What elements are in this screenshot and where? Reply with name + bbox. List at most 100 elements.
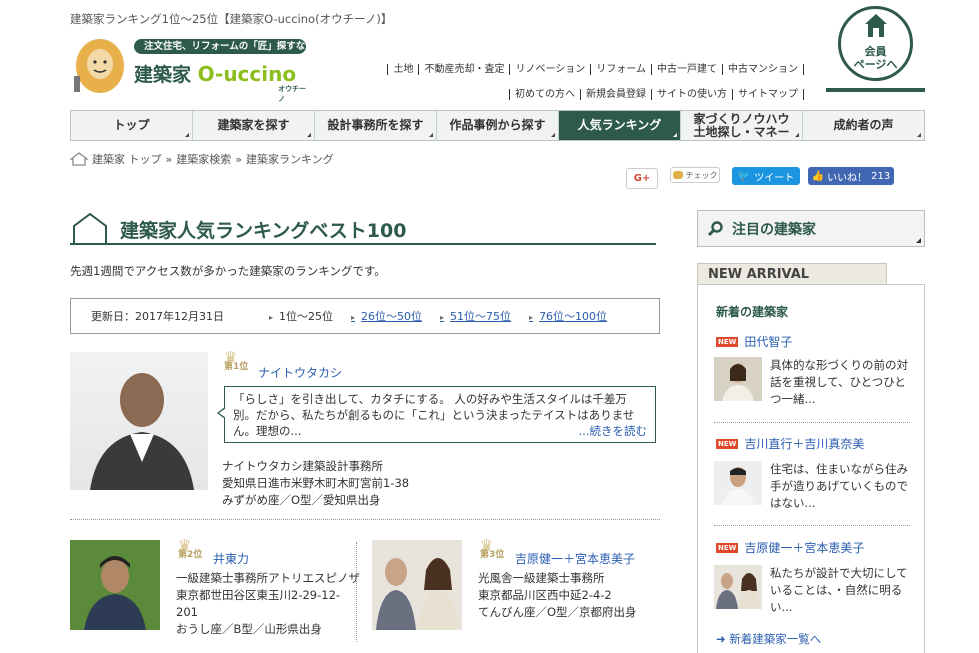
rank-2-office: 一級建築士事務所アトリエスピノザ <box>176 571 360 585</box>
new-item-2-photo[interactable] <box>714 461 762 505</box>
rank-1-card: ♛ 第1位 ナイトウタカシ 「らしさ」を引き出して、カタチにする。 人の好みや生… <box>70 348 660 520</box>
rank-1-comment-text: 「らしさ」を引き出して、カタチにする。 人の好みや生活スタイルは千差万別。だから… <box>233 392 635 438</box>
page-title-bar: 建築家人気ランキングベスト100 <box>70 210 656 245</box>
range-26-50[interactable]: 26位〜50位 <box>351 308 422 324</box>
header-link-used-condo[interactable]: 中古マンション <box>722 64 804 75</box>
breadcrumb: 建築家 トップ » 建築家検索 » 建築家ランキング <box>70 151 334 167</box>
nav-top[interactable]: トップ <box>71 111 193 140</box>
new-item-1-name[interactable]: 田代智子 <box>744 333 792 350</box>
portrait-image <box>714 357 762 401</box>
breadcrumb-search[interactable]: 建築家検索 <box>176 151 231 167</box>
portrait-image <box>714 461 762 505</box>
breadcrumb-separator: » <box>235 152 242 166</box>
rank-1-address: 愛知県日進市米野木町木町宮前1-38 <box>222 476 410 490</box>
new-item-3-photo[interactable] <box>714 565 762 609</box>
new-badge: NEW <box>716 336 739 347</box>
global-nav: トップ 建築家を探す 設計事務所を探す 作品事例から探す 人気ランキング 家づく… <box>70 110 925 141</box>
breadcrumb-home[interactable]: 建築家 トップ <box>92 151 162 167</box>
new-item-3-name[interactable]: 吉原健一＋宮本恵美子 <box>744 539 864 556</box>
nav-find-works[interactable]: 作品事例から探す <box>437 111 559 140</box>
rank-2-name[interactable]: 井東力 <box>213 550 249 567</box>
nav-find-architect[interactable]: 建築家を探す <box>193 111 315 140</box>
new-item-2-text: 住宅は、住まいながら住み手が造りあげていくものではない... <box>770 462 908 510</box>
nav-testimonials[interactable]: 成約者の声 <box>803 111 924 140</box>
member-label: 会員 ページへ <box>841 45 910 71</box>
featured-architects-header[interactable]: 注目の建築家 <box>697 210 925 247</box>
new-item-1-photo[interactable] <box>714 357 762 401</box>
header-link-sell[interactable]: 不動産売却・査定 <box>418 64 510 75</box>
rank-3-photo[interactable] <box>372 540 462 630</box>
tweet-label: ツイート <box>754 172 795 184</box>
rank-2-badge: ♛ 第2位 <box>178 536 203 561</box>
crown-icon: ♛ <box>224 348 237 366</box>
rank-1-info: ナイトウタカシ建築設計事務所 愛知県日進市米野木町木町宮前1-38 みずがめ座／… <box>222 458 409 509</box>
rank-3-badge: ♛ 第3位 <box>480 536 505 561</box>
rank-2-address-line2: 201 <box>176 605 198 619</box>
check-label: チェック <box>685 170 718 180</box>
nav-knowhow[interactable]: 家づくりノウハウ 土地探し・マネー <box>681 111 803 140</box>
arrow-icon: ➜ <box>716 632 726 646</box>
site-logo[interactable]: 注文住宅、リフォームの「匠」探すなら 建築家 O-uccino オウチーノ <box>70 36 315 103</box>
rank-1-readmore[interactable]: ...続きを読む <box>579 423 647 439</box>
crown-icon: ♛ <box>178 536 191 554</box>
header-links-row2: 初めての方へ 新規会員登録 サイトの使い方 サイトマップ <box>509 85 804 100</box>
rank-3-profile: てんびん座／O型／京都府出身 <box>478 605 637 619</box>
portrait-image <box>714 565 762 609</box>
rank-3-label: 第3位 <box>480 550 505 560</box>
logo-kana: オウチーノ <box>278 85 306 103</box>
lead-text: 先週1週間でアクセス数が多かった建築家のランキングです。 <box>70 264 386 278</box>
rank-1-badge: ♛ 第1位 <box>224 348 248 373</box>
rank-1-photo[interactable] <box>70 352 208 490</box>
rank-1-profile: みずがめ座／O型／愛知県出身 <box>222 493 381 507</box>
rank-1-office: ナイトウタカシ建築設計事務所 <box>222 459 383 473</box>
logo-brand: O-uccino <box>197 62 297 86</box>
rank-3-name[interactable]: 吉原健一＋宮本恵美子 <box>515 550 635 567</box>
rank-divider <box>356 542 357 642</box>
crown-icon: ♛ <box>480 536 493 554</box>
logo-slogan: 注文住宅、リフォームの「匠」探すなら <box>134 39 315 54</box>
update-range-box: 更新日：2017年12月31日 1位〜25位 26位〜50位 51位〜75位 7… <box>70 298 660 334</box>
new-architects-more-link[interactable]: ➜ 新着建築家一覧へ <box>716 631 821 647</box>
new-item-1-head: NEW 田代智子 <box>716 333 792 350</box>
header-link-register[interactable]: 新規会員登録 <box>580 89 651 100</box>
range-76-100[interactable]: 76位〜100位 <box>529 308 607 324</box>
header-link-renovation[interactable]: リノベーション <box>509 64 591 75</box>
rank-1-comment: 「らしさ」を引き出して、カタチにする。 人の好みや生活スタイルは千差万別。だから… <box>217 386 656 443</box>
new-item-2-name[interactable]: 吉川直行＋吉川真奈美 <box>744 435 864 452</box>
mascot-icon <box>74 39 124 93</box>
house-outline-icon <box>73 212 107 245</box>
portrait-image <box>90 373 194 490</box>
new-item-2-head: NEW 吉川直行＋吉川真奈美 <box>716 435 864 452</box>
portrait-image <box>376 558 458 630</box>
header-link-used-house[interactable]: 中古一戸建て <box>651 64 722 75</box>
header-link-land[interactable]: 土地 <box>387 64 419 75</box>
member-label-line1: 会員 <box>864 45 887 58</box>
logo-name-prefix: 建築家 <box>134 64 192 86</box>
google-plus-button[interactable]: G+ <box>626 168 658 189</box>
house-icon <box>865 14 887 37</box>
tweet-button[interactable]: 🐦 ツイート <box>732 167 800 185</box>
rank-1-name[interactable]: ナイトウタカシ <box>258 364 342 381</box>
nav-find-office[interactable]: 設計事務所を探す <box>315 111 437 140</box>
header-link-sitemap[interactable]: サイトマップ <box>732 89 804 100</box>
check-button[interactable]: チェック <box>670 167 720 183</box>
featured-architects-label: 注目の建築家 <box>732 221 816 238</box>
range-51-75[interactable]: 51位〜75位 <box>440 308 511 324</box>
new-architects-title: 新着の建築家 <box>716 305 789 319</box>
header-link-beginners[interactable]: 初めての方へ <box>509 89 580 100</box>
rank-2-info: 一級建築士事務所アトリエスピノザ 東京都世田谷区東玉川2-29-12- 201 … <box>176 570 360 638</box>
rank-2-profile: おうし座／B型／山形県出身 <box>176 622 322 636</box>
member-page-button[interactable]: 会員 ページへ <box>826 0 925 92</box>
nav-ranking[interactable]: 人気ランキング <box>559 111 681 140</box>
new-badge: NEW <box>716 438 739 449</box>
like-button[interactable]: 👍 いいね！ 213 <box>808 167 894 185</box>
like-count: 213 <box>871 170 891 182</box>
new-item-3-head: NEW 吉原健一＋宮本恵美子 <box>716 539 864 556</box>
new-architects-box: 新着の建築家 NEW 田代智子 具体的な形づくりの前の対話を重視して、ひとつひと… <box>697 284 925 653</box>
rank-2-label: 第2位 <box>178 550 203 560</box>
header-link-howto[interactable]: サイトの使い方 <box>651 89 732 100</box>
rank-2-photo[interactable] <box>70 540 160 630</box>
header-link-reform[interactable]: リフォーム <box>590 64 651 75</box>
rank-3-address: 東京都品川区西中延2-4-2 <box>478 588 612 602</box>
check-icon <box>672 171 683 179</box>
